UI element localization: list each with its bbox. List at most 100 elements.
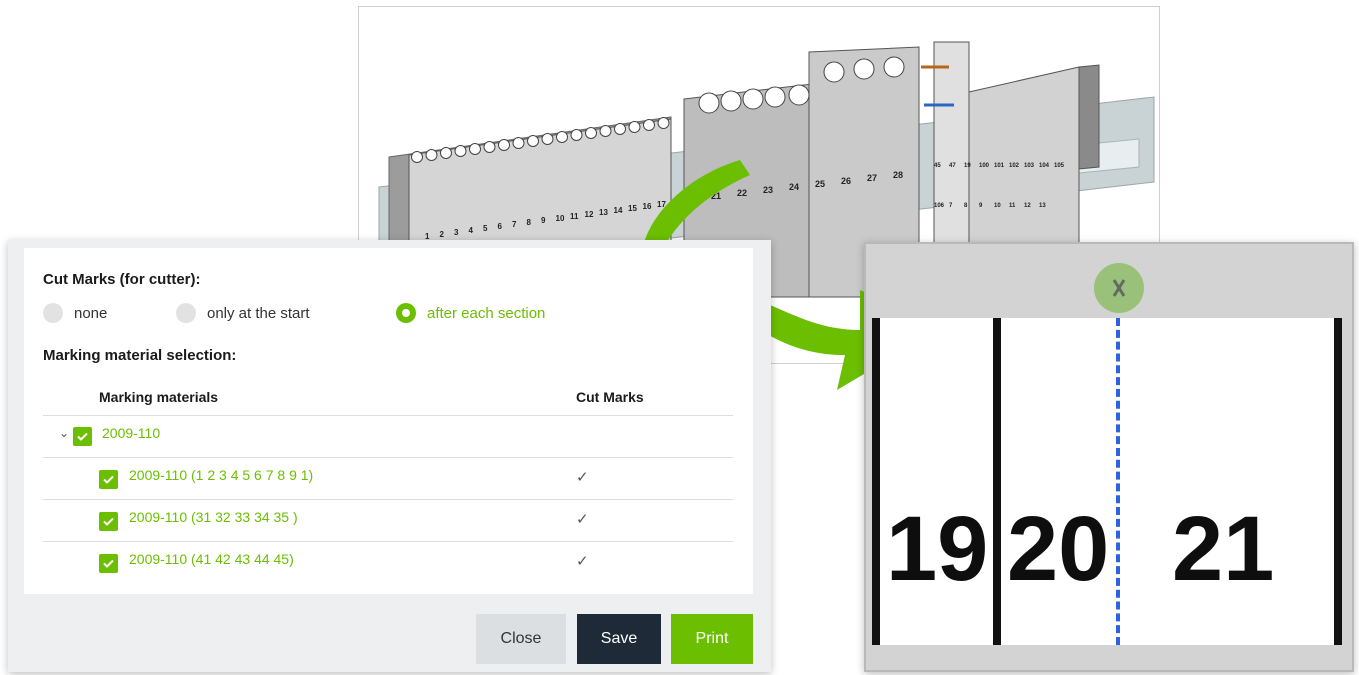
column-header-materials: Marking materials [99,389,219,405]
marker-label: 104 [1039,163,1050,169]
marker-label: 21 [711,191,721,201]
table-row-parent: ⌄ 2009-110 [43,416,733,458]
terminal-screw [788,84,810,106]
strip-divider [872,318,880,645]
cutter-blade-icon [1094,263,1144,313]
marker-label: 24 [789,182,799,192]
print-dialog: Cut Marks (for cutter): none only at the… [8,240,771,672]
marker-label: 7 [512,220,517,229]
marker-label: 103 [1024,163,1035,169]
marker-label: 2 [440,230,445,239]
terminal-screw [883,56,905,78]
terminal-screw [698,92,720,114]
marker-label: 9 [541,216,546,225]
row-label: 2009-110 (31 32 33 34 35 ) [129,509,298,525]
cut-mark-check: ✓ [576,469,589,486]
terminal-screw [742,88,764,110]
marker-label: 45 [934,163,941,169]
marker-label: 23 [763,185,773,195]
marker-label: 13 [599,208,608,217]
marker-label: 100 [979,163,990,169]
checkbox-parent[interactable] [73,427,92,446]
marker-strip: 19 20 21 [872,318,1342,645]
marker-label: 47 [949,163,956,169]
marker-label: 11 [1009,203,1016,209]
radio-none[interactable]: none [43,303,107,323]
check-icon [103,517,114,526]
save-button[interactable]: Save [577,614,661,664]
marker-label: 17 [657,200,666,209]
radio-label: after each section [427,304,546,322]
terminal-screw [527,135,539,147]
marking-material-title: Marking material selection: [43,347,237,364]
marker-label: 22 [737,188,747,198]
row-label: 2009-110 (1 2 3 4 5 6 7 8 9 1) [129,467,314,483]
radio-indicator [43,303,63,323]
check-icon [103,475,114,484]
cut-line-dashed [1116,318,1120,645]
terminal-screw [657,117,670,129]
marker-label: 15 [628,204,637,213]
marker-label: 3 [454,228,459,237]
checkbox-child[interactable] [99,512,118,531]
cut-marks-title: Cut Marks (for cutter): [43,271,201,288]
radio-indicator [396,303,416,323]
terminal-screw [512,137,525,149]
terminal-screw [498,139,510,151]
table-row: 2009-110 (31 32 33 34 35 ) ✓ [43,500,733,542]
marker-zoom-panel: 19 20 21 [864,242,1354,672]
marker-label: 14 [614,206,623,215]
terminal-screw [425,149,438,161]
terminal-screw [643,119,655,131]
marker-label: 27 [867,173,877,183]
terminal-screw [570,129,583,141]
checkbox-child[interactable] [99,470,118,489]
marker-label: 10 [556,214,565,223]
marker-label: 101 [994,163,1005,169]
radio-label: only at the start [207,304,310,322]
marker-number: 20 [1007,498,1110,600]
dialog-content: Cut Marks (for cutter): none only at the… [24,248,753,594]
terminal-screw [720,90,742,112]
strip-divider [1334,318,1342,645]
terminal-screw [556,131,568,143]
table-row: 2009-110 (41 42 43 44 45) ✓ [43,542,733,584]
terminal-screw [614,123,626,135]
marker-number: 19 [886,498,989,600]
marker-label: 13 [1039,203,1046,209]
print-button[interactable]: Print [671,614,753,664]
marker-label: 16 [643,202,652,211]
check-icon [77,432,88,441]
marker-label: 25 [815,179,825,189]
marker-label: 105 [1054,163,1065,169]
marker-label: 26 [841,176,851,186]
checkbox-child[interactable] [99,554,118,573]
marker-label: 102 [1009,163,1020,169]
marker-label: 12 [585,210,594,219]
terminal-screw [823,61,845,83]
radio-after-each-section[interactable]: after each section [396,303,545,323]
close-button[interactable]: Close [476,614,566,664]
radio-label: none [74,304,108,322]
marker-label: 5 [483,224,488,233]
terminal-screw [585,127,597,139]
marker-number: 21 [1172,498,1275,600]
radio-only-at-start[interactable]: only at the start [176,303,310,323]
cut-mark-check: ✓ [576,553,589,570]
terminal-screw [411,151,423,163]
marker-label: 106 [934,203,945,209]
marker-label: 10 [994,203,1001,209]
chevron-down-icon[interactable]: ⌄ [57,426,71,440]
marker-label: 6 [498,222,503,231]
marker-label: 8 [527,218,532,227]
row-label: 2009-110 (41 42 43 44 45) [129,551,294,567]
strip-divider [993,318,1001,645]
terminal-screw [483,141,496,153]
marker-label: 12 [1024,203,1031,209]
terminal-screw [440,147,452,159]
marker-label: 18 [672,198,681,207]
radio-indicator [176,303,196,323]
marker-label: 4 [469,226,474,235]
column-header-cut-marks: Cut Marks [576,389,644,405]
terminal-screw [454,145,467,157]
